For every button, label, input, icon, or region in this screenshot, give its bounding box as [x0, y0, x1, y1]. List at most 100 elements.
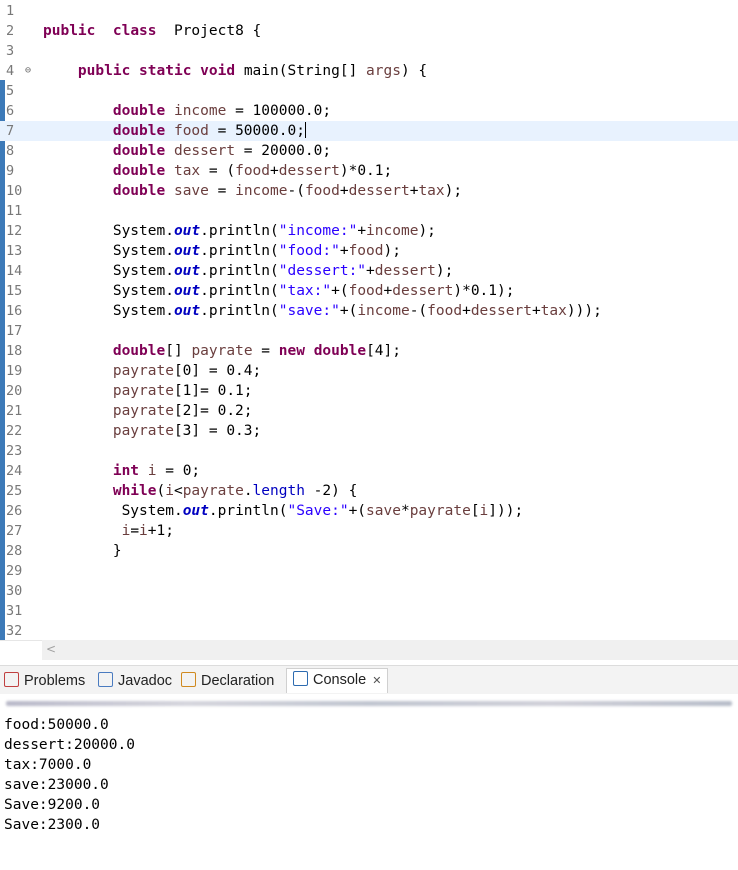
code-line[interactable]: 15 System.out.println("tax:"+(food+desse… [0, 281, 738, 301]
code-line[interactable]: 24 int i = 0; [0, 461, 738, 481]
code-line[interactable]: 30 [0, 581, 738, 601]
code-line[interactable]: 3 [0, 41, 738, 61]
code-text: System.out.println("save:"+(income-(food… [43, 303, 602, 319]
scroll-left-icon[interactable]: < [46, 642, 56, 656]
code-line[interactable]: 22 payrate[3] = 0.3; [0, 421, 738, 441]
horizontal-scrollbar[interactable]: < [42, 640, 738, 660]
tab-declaration[interactable]: Declaration [181, 670, 274, 692]
code-text: public static void main(String[] args) { [77, 63, 428, 79]
line-number: 28 [6, 543, 23, 559]
code-line[interactable]: 12 System.out.println("income:"+income); [0, 221, 738, 241]
code-line[interactable]: 29 [0, 561, 738, 581]
line-number: 10 [6, 183, 23, 199]
code-line[interactable]: 27 i=i+1; [0, 521, 738, 541]
code-line[interactable]: 26 System.out.println("Save:"+(save*payr… [0, 501, 738, 521]
line-number: 15 [6, 283, 23, 299]
code-line[interactable]: 9 double tax = (food+dessert)*0.1; [0, 161, 738, 181]
code-line[interactable]: 17 [0, 321, 738, 341]
line-number: 3 [6, 43, 15, 59]
code-text: int i = 0; [112, 463, 201, 479]
code-text: double dessert = 20000.0; [112, 143, 332, 159]
code-line[interactable]: 11 [0, 201, 738, 221]
code-line[interactable]: 16 System.out.println("save:"+(income-(f… [0, 301, 738, 321]
code-line[interactable]: 19 payrate[0] = 0.4; [0, 361, 738, 381]
line-number: 7 [6, 123, 15, 139]
console-launch-description [0, 694, 738, 712]
console-line: Save:9200.0 [4, 797, 101, 813]
text-caret [304, 122, 306, 138]
console-output[interactable]: food:50000.0 dessert:20000.0 tax:7000.0 sav… [0, 714, 738, 870]
line-number: 21 [6, 403, 23, 419]
code-line[interactable]: 23 [0, 441, 738, 461]
code-line[interactable]: 5 [0, 81, 738, 101]
line-number: 6 [6, 103, 15, 119]
code-text: } [43, 543, 122, 559]
code-text: System.out.println("dessert:"+dessert); [43, 263, 454, 279]
code-line[interactable]: 32 [0, 621, 738, 641]
views-tab-bar: Problems Javadoc Declaration Console ✕ [0, 665, 738, 694]
code-line[interactable]: 1 [0, 1, 738, 21]
code-text: System.out.println("Save:"+(save*payrate… [43, 503, 524, 519]
code-line[interactable]: 28 } [0, 541, 738, 561]
code-text: System.out.println("food:"+food); [43, 243, 401, 259]
tab-label: Console [313, 672, 367, 688]
code-line[interactable]: 6 double income = 100000.0; [0, 101, 738, 121]
code-text: payrate[2]= 0.2; [112, 403, 253, 419]
problems-icon [4, 672, 19, 687]
tab-label: Problems [24, 673, 86, 689]
line-number: 19 [6, 363, 23, 379]
console-line: Save:2300.0 [4, 817, 101, 833]
line-number: 31 [6, 603, 23, 619]
tab-label: Declaration [201, 673, 275, 689]
line-number: 26 [6, 503, 23, 519]
console-line: food:50000.0 [4, 717, 109, 733]
code-text: System.out.println("tax:"+(food+dessert)… [43, 283, 515, 299]
code-line[interactable]: 25 while(i<payrate.length -2) { [0, 481, 738, 501]
declaration-icon [181, 672, 196, 687]
line-number: 2 [6, 23, 15, 39]
line-number: 14 [6, 263, 23, 279]
code-text: public class Project8 { [43, 23, 262, 39]
line-number: 20 [6, 383, 23, 399]
line-number: 16 [6, 303, 23, 319]
fold-collapse-icon[interactable]: ⊖ [25, 65, 36, 76]
javadoc-icon [98, 672, 113, 687]
code-text: double food = 50000.0; [112, 122, 306, 139]
code-text: payrate[1]= 0.1; [112, 383, 253, 399]
code-text: double[] payrate = new double[4]; [112, 343, 401, 359]
code-text: payrate[0] = 0.4; [112, 363, 262, 379]
tab-label: Javadoc [118, 673, 173, 689]
code-line[interactable]: 21 payrate[2]= 0.2; [0, 401, 738, 421]
code-line[interactable]: 8 double dessert = 20000.0; [0, 141, 738, 161]
line-number: 25 [6, 483, 23, 499]
line-number: 22 [6, 423, 23, 439]
line-number: 29 [6, 563, 23, 579]
code-text: double income = 100000.0; [112, 103, 332, 119]
code-line[interactable]: 18 double[] payrate = new double[4]; [0, 341, 738, 361]
code-line[interactable]: 31 [0, 601, 738, 621]
line-number: 23 [6, 443, 23, 459]
console-line: save:23000.0 [4, 777, 109, 793]
code-line[interactable]: 13 System.out.println("food:"+food); [0, 241, 738, 261]
line-number: 9 [6, 163, 15, 179]
line-number: 27 [6, 523, 23, 539]
code-text: double tax = (food+dessert)*0.1; [112, 163, 393, 179]
code-line[interactable]: 2 public class Project8 { [0, 21, 738, 41]
code-text: i=i+1; [121, 523, 174, 539]
line-number: 12 [6, 223, 23, 239]
line-number: 18 [6, 343, 23, 359]
code-editor[interactable]: 1 2 public class Project8 {3 4 ⊖ public stat… [0, 0, 738, 641]
close-icon[interactable]: ✕ [372, 675, 381, 687]
code-line[interactable]: 4 ⊖ public static void main(String[] args… [0, 61, 738, 81]
console-icon [293, 671, 308, 686]
code-line[interactable]: 7 double food = 50000.0; [0, 121, 738, 141]
code-line[interactable]: 14 System.out.println("dessert:"+dessert… [0, 261, 738, 281]
line-number: 24 [6, 463, 23, 479]
line-number: 30 [6, 583, 23, 599]
tab-javadoc[interactable]: Javadoc [98, 670, 172, 692]
tab-console[interactable]: Console ✕ [286, 668, 389, 693]
tab-problems[interactable]: Problems [4, 670, 85, 692]
code-line[interactable]: 10 double save = income-(food+dessert+ta… [0, 181, 738, 201]
line-number: 32 [6, 623, 23, 639]
code-line[interactable]: 20 payrate[1]= 0.1; [0, 381, 738, 401]
